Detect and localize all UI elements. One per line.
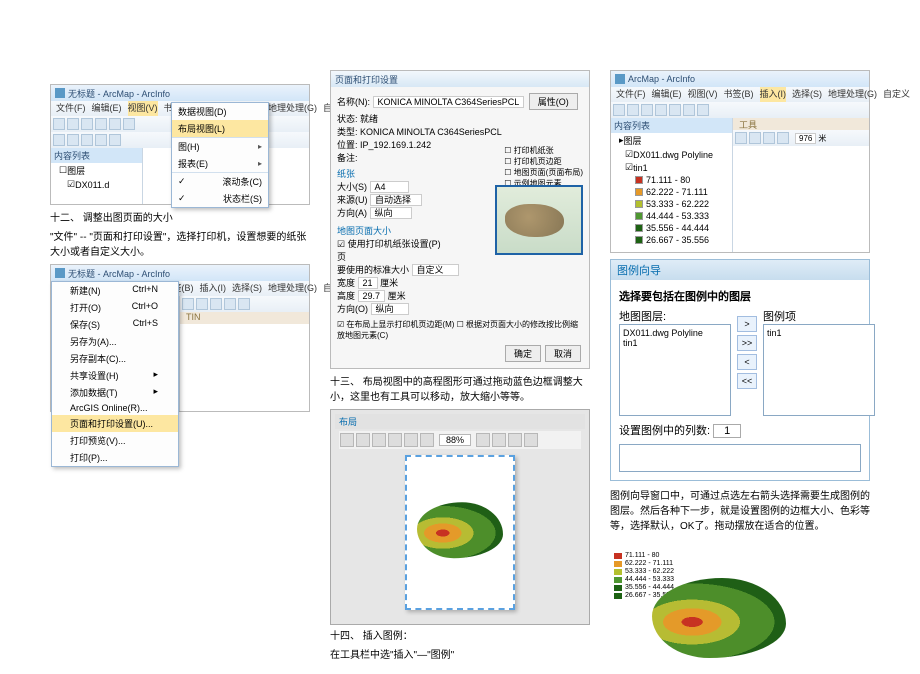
step14-title: 十四、 插入图例： (330, 629, 590, 644)
arrow-buttons: > >> < << (737, 316, 757, 392)
toc-layers[interactable]: ☐ 图层 (51, 163, 142, 178)
menu-savecopy[interactable]: 另存副本(C)... (52, 350, 178, 367)
menu-data-view[interactable]: 数据视图(D) (172, 103, 268, 120)
file-dropdown: 新建(N)Ctrl+N 打开(O)Ctrl+O 保存(S)Ctrl+S 另存为(… (51, 281, 179, 467)
menu-new[interactable]: 新建(N)Ctrl+N (52, 282, 178, 299)
right-label: 图例项 (763, 308, 875, 324)
contour-graphic (417, 502, 503, 558)
step14-body: 在工具栏中选"插入"—"图例" (330, 648, 590, 663)
menu-save[interactable]: 保存(S)Ctrl+S (52, 316, 178, 333)
screenshot-arcmap-filemenu: 无标题 - ArcMap - ArcInfo 文件(F)编辑(E) 视图(V)书… (50, 264, 310, 412)
menu-layout-view[interactable]: 布局视图(L) (172, 120, 268, 137)
toc-header: 内容列表 (51, 148, 142, 163)
map-preview (495, 185, 583, 255)
legend-result-figure: 71.111 - 80 62.222 - 71.111 53.333 - 62.… (610, 544, 810, 674)
left-label: 地图图层: (619, 308, 731, 324)
map-layers-list[interactable]: DX011.dwg Polylinetin1 (619, 324, 731, 416)
menu-saveas[interactable]: 另存为(A)... (52, 333, 178, 350)
scale-input[interactable]: 976 (795, 133, 816, 144)
step12-title: 十二、 调整出图页面的大小 (50, 211, 310, 226)
menu-scrollbar[interactable]: ✓ 滚动条(C) (172, 172, 268, 190)
contour-graphic-2 (652, 578, 786, 658)
title-bar-3: ArcMap - ArcInfo (611, 71, 869, 87)
step15: 图例向导窗口中，可通过点选左右箭头选择需要生成图例的图层。然后各种下一步，就是设… (610, 489, 870, 534)
props-button[interactable]: 属性(O) (529, 93, 578, 110)
step13: 十三、 布局视图中的高程图形可通过拖动蓝色边框调整大小，这里也有工具可以移动，放… (330, 375, 590, 405)
lbl-name: 名称(N): (337, 97, 370, 107)
menu-file: 文件(F) (56, 101, 86, 116)
wizard-preview (619, 444, 861, 472)
menu-adddata[interactable]: 添加数据(T)▸ (52, 384, 178, 401)
legend-wizard: 图例向导 选择要包括在图例中的图层 地图图层: DX011.dwg Polyli… (610, 259, 870, 481)
menu-geoproc: 地理处理(G) (268, 101, 317, 116)
legend-items-list[interactable]: tin1 (763, 324, 875, 416)
view-dropdown: 数据视图(D) 布局视图(L) 图(H) 报表(E) ✓ 滚动条(C) ✓ 状态… (171, 102, 269, 208)
tools-header: 工具 (733, 118, 869, 130)
toc-item[interactable]: ☑ DX011.d (51, 178, 142, 191)
page-preview[interactable] (405, 455, 515, 610)
layout-toolbar: 88% (339, 431, 581, 449)
menu-graph[interactable]: 图(H) (172, 137, 268, 155)
col-count[interactable]: 1 (713, 424, 741, 438)
print-dialog-body: 名称(N): KONICA MINOLTA C364SeriesPCL 属性(O… (331, 87, 589, 368)
wizard-title: 选择要包括在图例中的图层 (619, 288, 861, 304)
layers-panel: 内容列表 ▸ 图层 ☑ DX011.dwg Polyline ☑ tin1 71… (611, 118, 733, 252)
print-dialog-title: 页面和打印设置 (331, 71, 589, 87)
preview-label: 设置图例中的列数: (619, 425, 710, 437)
app-title: 无标题 - ArcMap - ArcInfo (68, 87, 170, 100)
ok-button[interactable]: 确定 (505, 345, 541, 362)
arrow-right-all[interactable]: >> (737, 335, 757, 351)
cancel-button[interactable]: 取消 (545, 345, 581, 362)
menu-view: 视图(V) (128, 101, 158, 116)
menu-share[interactable]: 共享设置(H)▸ (52, 367, 178, 384)
tool-icon[interactable] (340, 433, 354, 447)
zoom-select[interactable]: 88% (439, 434, 471, 446)
arrow-right[interactable]: > (737, 316, 757, 332)
menu-bar-3[interactable]: 文件(F)编辑(E)视图(V) 书签(B)插入(I) 选择(S)地理处理(G)自… (611, 87, 869, 102)
menu-open[interactable]: 打开(O)Ctrl+O (52, 299, 178, 316)
title-bar: 无标题 - ArcMap - ArcInfo (51, 85, 309, 101)
menu-statusbar[interactable]: ✓ 状态栏(S) (172, 190, 268, 207)
menu-signin[interactable]: ArcGIS Online(R)... (52, 401, 178, 415)
toc-panel: 内容列表 ☐ 图层 ☑ DX011.d (51, 148, 143, 204)
menu-edit: 编辑(E) (92, 101, 122, 116)
screenshot-arcmap-viewmenu: 无标题 - ArcMap - ArcInfo 文件(F)编辑(E) 视图(V)书… (50, 84, 310, 205)
arrow-left[interactable]: < (737, 354, 757, 370)
menu-pagesetup[interactable]: 页面和打印设置(U)... (52, 415, 178, 432)
val-name: KONICA MINOLTA C364SeriesPCL (373, 96, 525, 108)
layout-label: 布局 (335, 414, 585, 429)
menu-print[interactable]: 打印(P)... (52, 449, 178, 466)
print-dialog: 页面和打印设置 名称(N): KONICA MINOLTA C364Series… (330, 70, 590, 369)
menu-printpreview[interactable]: 打印预览(V)... (52, 432, 178, 449)
menu-report[interactable]: 报表(E) (172, 155, 268, 172)
title-bar-2: 无标题 - ArcMap - ArcInfo (51, 265, 309, 281)
screenshot-arcmap-insert: ArcMap - ArcInfo 文件(F)编辑(E)视图(V) 书签(B)插入… (610, 70, 870, 253)
wizard-chrome: 图例向导 (611, 260, 869, 280)
arrow-left-all[interactable]: << (737, 373, 757, 389)
layout-view: 布局 88% (330, 409, 590, 625)
step12-body: "文件" -- "页面和打印设置"，选择打印机，设置想要的纸张大小或者自定义大小… (50, 230, 310, 260)
